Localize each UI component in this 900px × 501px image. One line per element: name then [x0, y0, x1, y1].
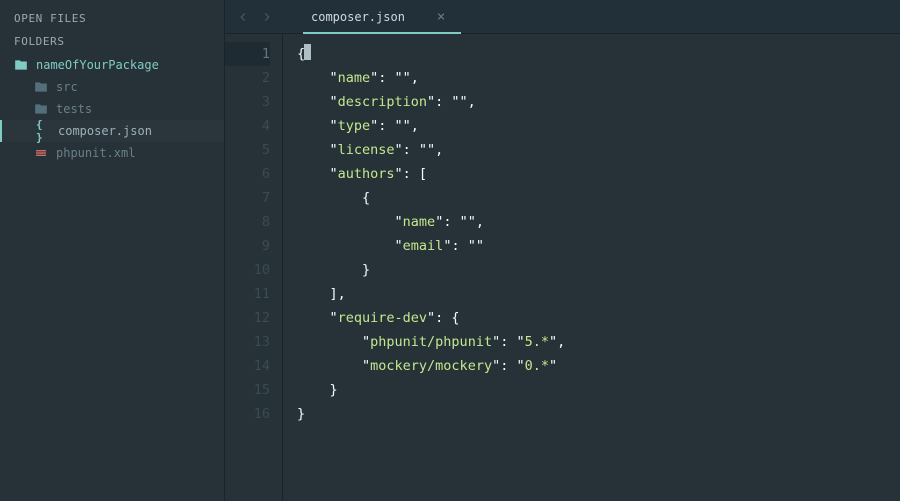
tree-item-src[interactable]: src — [0, 76, 224, 98]
line-number: 15 — [225, 378, 270, 402]
tree-item-phpunit-xml[interactable]: phpunit.xml — [0, 142, 224, 164]
folder-icon — [34, 80, 48, 94]
sidebar: OPEN FILES FOLDERS nameOfYourPackage src… — [0, 0, 225, 501]
tree-item-label: src — [56, 80, 78, 94]
code-editor[interactable]: 12345678910111213141516 { "name": "", "d… — [225, 34, 900, 501]
code-line[interactable]: "require-dev": { — [297, 306, 900, 330]
tab-title: composer.json — [311, 10, 405, 24]
tab-active-underline — [303, 32, 461, 34]
text-cursor — [304, 44, 311, 60]
code-line[interactable]: } — [297, 402, 900, 426]
line-number: 14 — [225, 354, 270, 378]
code-line[interactable]: ], — [297, 282, 900, 306]
code-line[interactable]: "mockery/mockery": "0.*" — [297, 354, 900, 378]
editor-panel: composer.json × 12345678910111213141516 … — [225, 0, 900, 501]
line-number: 12 — [225, 306, 270, 330]
code-line[interactable]: "type": "", — [297, 114, 900, 138]
braces-icon: { } — [36, 124, 50, 138]
line-number: 3 — [225, 90, 270, 114]
code-line[interactable]: "license": "", — [297, 138, 900, 162]
folder-open-icon — [14, 58, 28, 72]
line-number-gutter: 12345678910111213141516 — [225, 34, 283, 501]
code-line[interactable]: "authors": [ — [297, 162, 900, 186]
line-number: 7 — [225, 186, 270, 210]
code-line[interactable]: "email": "" — [297, 234, 900, 258]
code-line[interactable]: "phpunit/phpunit": "5.*", — [297, 330, 900, 354]
code-line[interactable]: "description": "", — [297, 90, 900, 114]
tab-bar: composer.json × — [225, 0, 900, 34]
tab-close-button[interactable]: × — [437, 10, 445, 24]
line-number: 1 — [225, 42, 270, 66]
line-number: 6 — [225, 162, 270, 186]
nav-back-button[interactable] — [233, 7, 253, 27]
line-number: 16 — [225, 402, 270, 426]
code-line[interactable]: { — [297, 42, 900, 66]
code-line[interactable]: "name": "", — [297, 210, 900, 234]
folder-icon — [34, 102, 48, 116]
code-line[interactable]: "name": "", — [297, 66, 900, 90]
xml-icon — [34, 146, 48, 160]
line-number: 2 — [225, 66, 270, 90]
line-number: 8 — [225, 210, 270, 234]
nav-forward-button[interactable] — [257, 7, 277, 27]
code-line[interactable]: { — [297, 186, 900, 210]
code-line[interactable]: } — [297, 378, 900, 402]
line-number: 10 — [225, 258, 270, 282]
line-number: 11 — [225, 282, 270, 306]
folder-tree: nameOfYourPackage src tests { } composer… — [0, 54, 224, 164]
code-line[interactable]: } — [297, 258, 900, 282]
tree-item-label: composer.json — [58, 124, 152, 138]
tree-root[interactable]: nameOfYourPackage — [0, 54, 224, 76]
open-files-header: OPEN FILES — [0, 8, 224, 31]
tab-composer-json[interactable]: composer.json × — [305, 0, 459, 33]
tree-item-composer-json[interactable]: { } composer.json — [0, 120, 224, 142]
tree-item-label: phpunit.xml — [56, 146, 135, 160]
tree-root-label: nameOfYourPackage — [36, 58, 159, 72]
line-number: 13 — [225, 330, 270, 354]
line-number: 4 — [225, 114, 270, 138]
line-number: 9 — [225, 234, 270, 258]
code-content[interactable]: { "name": "", "description": "", "type":… — [283, 34, 900, 501]
tree-item-tests[interactable]: tests — [0, 98, 224, 120]
tree-item-label: tests — [56, 102, 92, 116]
folders-header: FOLDERS — [0, 31, 224, 54]
line-number: 5 — [225, 138, 270, 162]
